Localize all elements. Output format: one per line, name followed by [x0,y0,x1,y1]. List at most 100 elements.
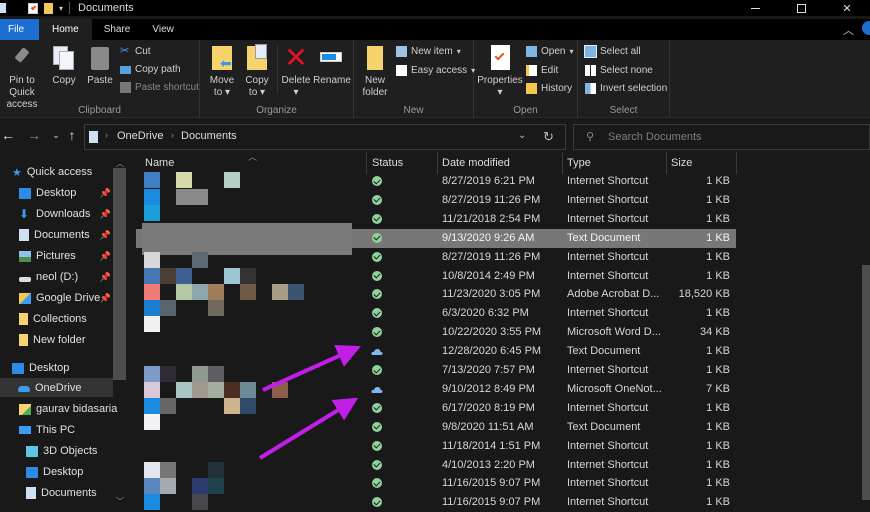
sidebar-item-downloads[interactable]: ⬇ Downloads 📌 [19,204,113,224]
sidebar-item-drive-d[interactable]: neol (D:) 📌 [19,267,113,287]
new-item-button[interactable]: New item ▾ [396,46,461,57]
sidebar-item-desktop[interactable]: Desktop 📌 [19,183,113,203]
tab-home[interactable]: Home [39,19,92,40]
select-none-icon [585,65,596,76]
close-button[interactable]: ✕ [824,0,870,16]
column-header-type[interactable]: Type [567,157,591,169]
table-row[interactable]: 11/16/2015 9:07 PM Internet Shortcut 1 KB [136,474,736,493]
minimize-button[interactable] [732,0,778,16]
sidebar-item-collections[interactable]: Collections [19,309,87,329]
select-none-button[interactable]: Select none [585,65,653,76]
sidebar-item-pictures[interactable]: Pictures 📌 [19,246,113,266]
copy-to-button[interactable]: Copy to ▾ [242,44,272,99]
up-arrow-icon: ↑ [68,127,76,143]
customize-toolbar-icon[interactable]: ▾ [59,4,63,13]
sidebar-item-new-folder[interactable]: New folder [19,330,86,350]
pin-to-quick-access-button[interactable]: Pin to Quick access [0,44,46,111]
column-header-date-modified[interactable]: Date modified [442,157,510,169]
column-divider[interactable] [666,152,667,174]
maximize-button[interactable] [778,0,824,16]
breadcrumb-onedrive[interactable]: OneDrive [117,130,163,142]
date-cell: 10/8/2014 2:49 PM [442,269,535,282]
sidebar-item-google-drive[interactable]: Google Drive 📌 [19,288,113,308]
new-folder-quick-icon[interactable] [44,2,53,14]
table-row[interactable]: 6/3/2020 6:32 PM Internet Shortcut 1 KB [136,304,736,323]
table-row[interactable]: 7/13/2020 7:57 PM Internet Shortcut 1 KB [136,361,736,380]
recent-locations-button[interactable]: ⌄ [48,126,64,144]
column-header-status[interactable]: Status [372,157,403,169]
copy-path-button[interactable]: Copy path [120,64,181,75]
collapse-ribbon-icon[interactable]: ︿ [843,22,854,38]
sidebar-item-this-pc[interactable]: This PC [19,420,75,440]
sidebar-item-documents[interactable]: Documents 📌 [19,225,113,245]
sidebar-item-user-folder[interactable]: gaurav bidasaria [19,399,117,419]
table-row[interactable]: 8/27/2019 11:26 PM Internet Shortcut 1 KB [136,191,736,210]
synced-check-icon [372,308,382,319]
column-divider[interactable] [437,152,438,174]
sidebar-item-pc-documents[interactable]: Documents [26,483,97,503]
file-icon [224,382,240,398]
file-icon [160,366,176,382]
sidebar-item-3d-objects[interactable]: 3D Objects [26,441,97,461]
tab-file[interactable]: File [0,19,39,40]
help-icon[interactable] [862,21,870,35]
file-icon [208,300,224,316]
address-dropdown-icon[interactable]: ⌄ [518,130,526,141]
copy-icon [50,44,78,72]
back-button[interactable]: ← [0,126,16,144]
open-button[interactable]: Open ▾ [526,46,573,57]
new-folder-button[interactable]: New folder [360,44,390,99]
sidebar-scrollbar[interactable] [113,168,126,380]
table-row[interactable]: 12/28/2020 6:45 PM Text Document 1 KB [136,342,736,361]
clipboard-group: Pin to Quick access Copy Paste ✂ Cut Cop… [0,40,200,118]
sidebar-item-pc-desktop[interactable]: Desktop [26,462,83,482]
up-button[interactable]: ↑ [64,126,80,144]
cut-button[interactable]: ✂ Cut [120,46,151,58]
table-row[interactable]: 10/22/2020 3:55 PM Microsoft Word D... 34 … [136,323,736,342]
refresh-icon[interactable]: ↻ [543,129,554,145]
easy-access-button[interactable]: Easy access ▾ [396,65,475,76]
file-icon [176,382,192,398]
move-to-button[interactable]: ⬅ Move to ▾ [207,44,237,99]
address-bar[interactable]: › OneDrive › Documents ⌄ ↻ [84,124,566,150]
tab-view[interactable]: View [142,19,184,40]
table-row[interactable]: 11/16/2015 9:07 PM Internet Shortcut 1 KB [136,493,736,512]
copy-button[interactable]: Copy [50,44,78,87]
properties-button[interactable]: Properties ▾ [477,44,523,99]
paste-button[interactable]: Paste [86,44,114,87]
sidebar-quick-access[interactable]: ★ Quick access [12,162,92,182]
history-button[interactable]: History [526,83,572,94]
file-icon [224,268,240,284]
table-row[interactable]: 4/10/2013 2:20 PM Internet Shortcut 1 KB [136,456,736,475]
sidebar-item-onedrive[interactable]: OneDrive [18,378,81,398]
breadcrumb-documents[interactable]: Documents [181,130,237,142]
delete-button[interactable]: ✕ Delete ▾ [282,44,311,99]
edit-button[interactable]: Edit [526,65,558,76]
table-row[interactable]: 9/8/2020 11:51 AM Text Document 1 KB [136,418,736,437]
table-row[interactable]: 11/18/2014 1:51 PM Internet Shortcut 1 KB [136,437,736,456]
size-cell: 1 KB [706,458,730,471]
column-divider[interactable] [562,152,563,174]
folder-icon [19,313,28,325]
table-row[interactable]: 11/23/2020 3:05 PM Adobe Acrobat D... 18,5… [136,285,736,304]
select-all-button[interactable]: Select all [584,45,641,58]
column-header-name[interactable]: Name [145,157,174,169]
edit-icon [526,65,537,76]
forward-button[interactable]: → [26,126,42,144]
properties-quick-icon[interactable] [28,2,38,14]
tab-share[interactable]: Share [92,19,143,40]
sidebar-item-desktop-root[interactable]: Desktop [12,358,69,378]
sidebar-scroll-down-icon[interactable]: ﹀ [116,496,124,507]
synced-check-icon [372,270,382,281]
search-box[interactable]: ⚲ Search Documents [573,124,870,150]
date-cell: 9/8/2020 11:51 AM [442,420,534,433]
column-header-size[interactable]: Size [671,157,692,169]
column-divider[interactable] [736,152,737,174]
invert-selection-button[interactable]: Invert selection [585,83,667,94]
paste-shortcut-button[interactable]: Paste shortcut [120,82,199,93]
search-input[interactable]: Search Documents [608,131,702,143]
file-list-scrollbar[interactable] [862,265,870,500]
column-divider[interactable] [366,152,367,174]
rename-button[interactable]: Rename [313,44,351,87]
pin-icon: 📌 [99,271,111,282]
